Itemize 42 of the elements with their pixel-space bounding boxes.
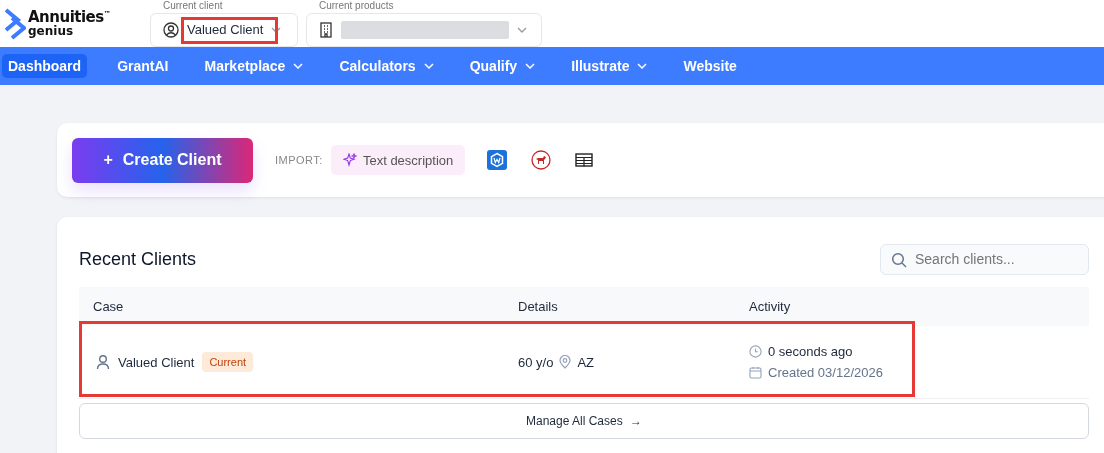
client-name: Valued Client — [118, 354, 195, 370]
location-pin-icon — [559, 355, 572, 369]
table-icon-button[interactable] — [573, 151, 596, 169]
sparkle-icon — [342, 153, 357, 167]
created-date: Created 03/12/2026 — [768, 365, 883, 380]
text-description-button[interactable]: Text description — [330, 145, 466, 175]
chevron-down-icon — [517, 26, 527, 33]
nav-tab[interactable]: GrantAI — [111, 54, 175, 78]
client-selector[interactable]: Valued Client — [150, 12, 298, 47]
search-icon — [891, 251, 907, 268]
selector-label: Current products — [316, 0, 397, 13]
search-field[interactable]: Search clients... — [880, 243, 1089, 275]
logo-name: Annuities$^{™}$ — [28, 10, 111, 25]
section-title: Recent Clients — [79, 248, 197, 270]
clock-icon — [749, 345, 762, 358]
age-text: 60 y/o — [518, 354, 554, 370]
logo-icon — [4, 7, 26, 40]
create-client-button[interactable]: + Create Client — [72, 137, 253, 183]
column-header: Details — [518, 299, 559, 314]
nav-tab[interactable]: Calculators — [333, 54, 440, 78]
manage-all-cases-button[interactable]: Manage All Cases → — [79, 403, 1089, 439]
nav-tab[interactable]: Website — [677, 54, 743, 78]
import-label: IMPORT: — [275, 154, 323, 166]
nav-tab[interactable]: Dashboard — [2, 54, 88, 78]
user-icon — [163, 21, 179, 38]
nav-tab[interactable]: Illustrate — [565, 54, 654, 78]
activity-time: 0 seconds ago — [768, 344, 853, 359]
nav-tab[interactable]: Marketplace — [198, 54, 310, 78]
hexagon-logo-button[interactable] — [485, 148, 510, 172]
client-row[interactable]: Valued Client Current 60 y/o AZ 0 seconds ago Created 03/12/2026 — [79, 326, 1089, 399]
nav-tab[interactable]: Qualify — [463, 54, 542, 78]
state-text: AZ — [577, 354, 595, 370]
column-header: Activity — [749, 299, 792, 314]
column-header: Case — [92, 299, 125, 314]
logo-subtitle: genius — [28, 25, 75, 37]
calendar-icon — [749, 366, 762, 379]
person-icon — [96, 354, 110, 370]
status-badge: Current — [202, 352, 254, 372]
chevron-down-icon — [271, 26, 282, 33]
building-icon — [319, 21, 333, 38]
client-name: Valued Client — [187, 22, 264, 37]
dog-logo-button[interactable] — [529, 148, 554, 172]
